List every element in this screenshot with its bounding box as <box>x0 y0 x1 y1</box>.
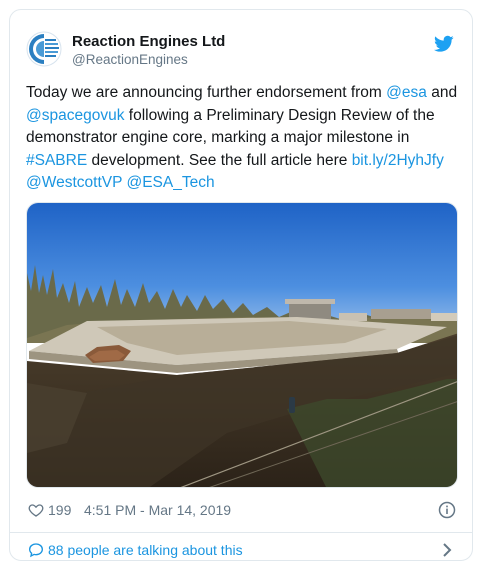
tweet-text-part: and <box>426 84 458 101</box>
hashtag-sabre[interactable]: #SABRE <box>26 152 87 169</box>
mention-spacegovuk[interactable]: @spacegovuk <box>26 107 124 124</box>
tweet-timestamp[interactable]: 4:51 PM - Mar 14, 2019 <box>84 502 231 518</box>
tweet-text-part: development. See the full article here <box>87 151 352 169</box>
twitter-bird-icon[interactable] <box>434 35 454 53</box>
conversation-link[interactable]: 88 people are talking about this <box>26 540 456 560</box>
article-link[interactable]: bit.ly/2HyhJfy <box>352 152 444 169</box>
mention-esa-tech[interactable]: @ESA_Tech <box>126 174 214 191</box>
tweet-text: Today we are announcing further endorsem… <box>26 82 458 195</box>
chevron-right-icon[interactable] <box>440 542 454 558</box>
author-name[interactable]: Reaction Engines Ltd <box>72 33 225 50</box>
avatar[interactable] <box>26 31 62 67</box>
mention-esa[interactable]: @esa <box>386 84 427 101</box>
tweet-meta: 199 4:51 PM - Mar 14, 2019 <box>26 500 456 522</box>
tweet-photo[interactable] <box>26 202 458 488</box>
talking-count[interactable]: 88 people are talking about this <box>48 542 243 558</box>
comment-bubble-icon <box>28 542 44 558</box>
divider <box>10 532 472 533</box>
info-icon[interactable] <box>438 501 456 519</box>
heart-icon[interactable] <box>28 502 44 518</box>
tweet-header: Reaction Engines Ltd @ReactionEngines <box>26 29 456 71</box>
author-handle[interactable]: @ReactionEngines <box>72 52 188 67</box>
tweet-card: Reaction Engines Ltd @ReactionEngines To… <box>9 9 473 561</box>
tweet-text-part: Today we are announcing further endorsem… <box>26 84 387 101</box>
like-count[interactable]: 199 <box>48 502 71 518</box>
mention-westcottvp[interactable]: @WestcottVP <box>26 174 122 191</box>
